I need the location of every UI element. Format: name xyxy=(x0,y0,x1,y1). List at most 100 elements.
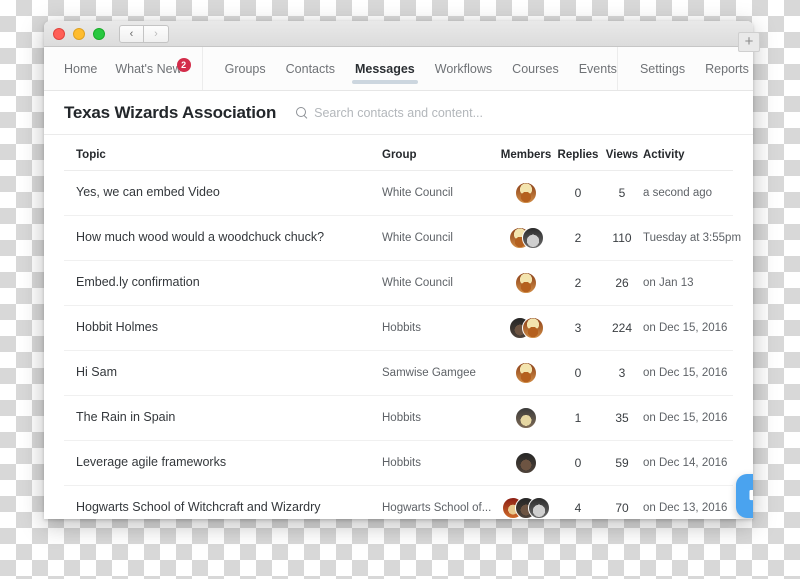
row-group[interactable]: Hobbits xyxy=(382,305,497,351)
back-button[interactable]: ‹ xyxy=(119,24,144,43)
nav-item-reports[interactable]: Reports xyxy=(705,47,749,90)
row-replies: 2 xyxy=(555,260,601,306)
row-topic[interactable]: Hobbit Holmes xyxy=(64,305,382,351)
nav-item-whats-new[interactable]: What's New 2 xyxy=(115,47,191,90)
column-header-topic[interactable]: Topic xyxy=(64,135,382,171)
row-group[interactable]: Samwise Gamgee xyxy=(382,350,497,396)
page-title: Texas Wizards Association xyxy=(64,102,277,122)
avatar[interactable] xyxy=(515,362,537,384)
close-window-button[interactable] xyxy=(53,27,65,40)
row-views: 3 xyxy=(601,350,643,396)
avatar-stack xyxy=(497,362,555,384)
row-activity: Tuesday at 3:55pm xyxy=(643,215,741,261)
nav-item-home-label: Home xyxy=(64,61,98,76)
minimize-window-button[interactable] xyxy=(73,27,85,40)
nav-item-contacts[interactable]: Contacts xyxy=(286,47,335,90)
row-activity: on Dec 14, 2016 xyxy=(643,440,733,486)
column-header-members[interactable]: Members xyxy=(497,135,555,171)
row-topic[interactable]: Hi Sam xyxy=(64,350,382,396)
avatar[interactable] xyxy=(515,182,537,204)
row-group[interactable]: Hobbits xyxy=(382,440,497,486)
nav-item-reports-label: Reports xyxy=(705,61,749,76)
row-topic[interactable]: Yes, we can embed Video xyxy=(64,170,382,216)
nav-item-events[interactable]: Events xyxy=(579,47,617,90)
column-header-views[interactable]: Views xyxy=(601,135,643,171)
column-header-replies[interactable]: Replies xyxy=(555,135,601,171)
chat-launcher-button[interactable] xyxy=(736,474,753,518)
new-tab-button[interactable]: + xyxy=(738,32,760,52)
avatar[interactable] xyxy=(515,407,537,429)
table-row[interactable]: Hi Sam Samwise Gamgee 0 3 on Dec 15, 2016 xyxy=(64,350,733,396)
avatar-stack xyxy=(497,272,555,294)
table-row[interactable]: Hobbit Holmes Hobbits 3 224 on Dec 15, 2016 xyxy=(64,305,733,351)
whats-new-badge: 2 xyxy=(176,58,191,72)
row-group[interactable]: White Council xyxy=(382,170,497,216)
messages-table: Topic Group Members Replies Views Activi… xyxy=(64,135,741,519)
row-members xyxy=(497,440,555,486)
row-topic[interactable]: Hogwarts School of Witchcraft and Wizard… xyxy=(64,485,382,519)
nav-item-messages[interactable]: Messages xyxy=(351,47,418,90)
nav-item-courses[interactable]: Courses xyxy=(512,47,559,90)
table-header: Topic Group Members Replies Views Activi… xyxy=(64,135,733,171)
row-topic[interactable]: The Rain in Spain xyxy=(64,395,382,441)
row-views: 70 xyxy=(601,485,643,519)
row-replies: 0 xyxy=(555,170,601,216)
row-replies: 0 xyxy=(555,440,601,486)
row-topic[interactable]: Leverage agile frameworks xyxy=(64,440,382,486)
nav-item-workflows[interactable]: Workflows xyxy=(435,47,492,90)
row-topic[interactable]: How much wood would a woodchuck chuck? xyxy=(64,215,382,261)
row-activity: on Dec 13, 2016 xyxy=(643,485,733,519)
avatar[interactable] xyxy=(521,317,544,339)
row-replies: 0 xyxy=(555,350,601,396)
row-views: 26 xyxy=(601,260,643,306)
nav-item-contacts-label: Contacts xyxy=(285,61,335,76)
forward-button[interactable]: › xyxy=(144,24,169,43)
nav-item-groups[interactable]: Groups xyxy=(225,47,266,90)
nav-item-groups-label: Groups xyxy=(224,61,266,76)
top-navigation: Home What's New 2 Groups Contacts Messag… xyxy=(44,47,753,91)
row-views: 59 xyxy=(601,440,643,486)
row-members xyxy=(497,215,555,261)
traffic-lights xyxy=(53,27,105,40)
table-row[interactable]: Yes, we can embed Video White Council 0 5 a … xyxy=(64,170,733,216)
row-members xyxy=(497,170,555,216)
column-header-group[interactable]: Group xyxy=(382,135,497,171)
row-replies: 3 xyxy=(555,305,601,351)
row-views: 5 xyxy=(601,170,643,216)
avatar-stack xyxy=(497,182,555,204)
nav-group-center: Groups Contacts Messages Workflows Cours… xyxy=(203,47,617,90)
history-nav-buttons: ‹ › xyxy=(119,24,169,43)
nav-item-settings[interactable]: Settings xyxy=(640,47,685,90)
row-activity: on Dec 15, 2016 xyxy=(643,350,733,396)
row-views: 110 xyxy=(601,215,643,261)
row-members xyxy=(497,305,555,351)
maximize-window-button[interactable] xyxy=(93,27,105,40)
nav-item-whats-new-label: What's New xyxy=(115,61,182,76)
table-row[interactable]: The Rain in Spain Hobbits 1 35 on Dec 15, 20… xyxy=(64,395,733,441)
row-group[interactable]: White Council xyxy=(382,260,497,306)
row-members xyxy=(497,395,555,441)
column-header-activity[interactable]: Activity xyxy=(643,135,733,171)
avatar[interactable] xyxy=(515,452,537,474)
row-group[interactable]: Hobbits xyxy=(382,395,497,441)
search-icon xyxy=(296,107,307,118)
avatar[interactable] xyxy=(521,227,544,249)
table-row[interactable]: How much wood would a woodchuck chuck? Wh… xyxy=(64,215,741,261)
row-topic[interactable]: Embed.ly confirmation xyxy=(64,260,382,306)
table-row[interactable]: Embed.ly confirmation White Council 2 26 on … xyxy=(64,260,733,306)
avatar-stack xyxy=(497,452,555,474)
table-header-row: Topic Group Members Replies Views Activi… xyxy=(64,135,733,171)
table-row[interactable]: Leverage agile frameworks Hobbits 0 59 on De… xyxy=(64,440,733,486)
table-row[interactable]: Hogwarts School of Witchcraft and Wizard… xyxy=(64,485,733,519)
row-activity: a second ago xyxy=(643,170,733,216)
nav-item-messages-label: Messages xyxy=(354,61,415,76)
avatar-stack xyxy=(497,497,555,519)
row-replies: 1 xyxy=(555,395,601,441)
avatar[interactable] xyxy=(528,497,550,519)
search-input[interactable] xyxy=(314,105,615,120)
row-group[interactable]: White Council xyxy=(382,215,497,261)
row-group[interactable]: Hogwarts School of... xyxy=(382,485,497,519)
avatar[interactable] xyxy=(515,272,537,294)
nav-item-home[interactable]: Home xyxy=(64,47,97,90)
avatar-stack xyxy=(497,317,555,339)
